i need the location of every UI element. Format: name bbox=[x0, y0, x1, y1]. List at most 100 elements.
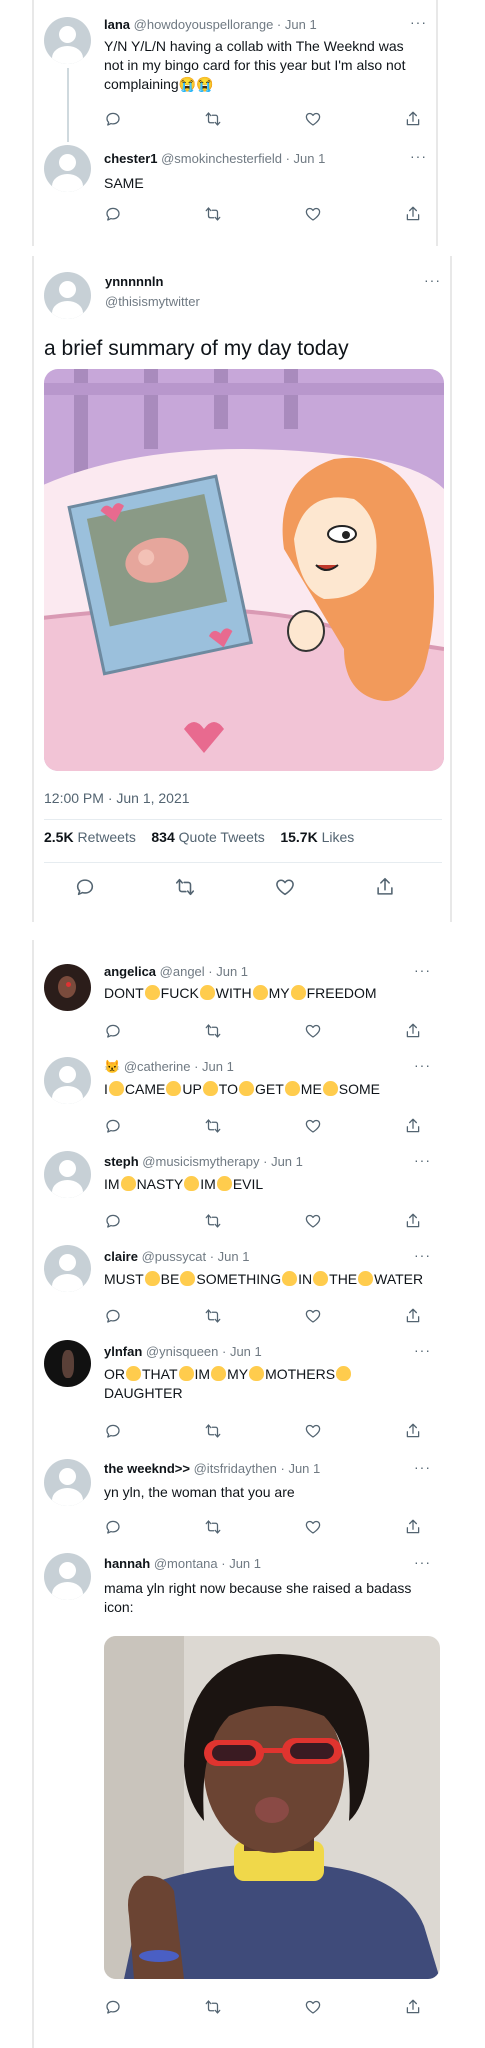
more-icon[interactable]: ··· bbox=[414, 1057, 431, 1073]
reply-icon[interactable] bbox=[104, 1422, 122, 1440]
avatar[interactable] bbox=[44, 1553, 91, 1600]
retweet-icon[interactable] bbox=[204, 1422, 222, 1440]
handle-and-date[interactable]: @montana · Jun 1 bbox=[154, 1556, 261, 1571]
more-icon[interactable]: ··· bbox=[414, 1152, 431, 1168]
avatar[interactable] bbox=[44, 1151, 91, 1198]
tweet-word: NASTY bbox=[136, 1176, 184, 1192]
like-icon[interactable] bbox=[304, 205, 322, 223]
handle-and-date[interactable]: @catherine · Jun 1 bbox=[124, 1059, 234, 1074]
like-icon[interactable] bbox=[304, 1212, 322, 1230]
reply-icon[interactable] bbox=[104, 1212, 122, 1230]
tweet-word: IM bbox=[200, 1176, 216, 1192]
handle-and-date[interactable]: @itsfridaythen · Jun 1 bbox=[194, 1461, 321, 1476]
display-name[interactable]: steph bbox=[104, 1154, 139, 1169]
more-icon[interactable]: ··· bbox=[414, 1554, 431, 1570]
reply-icon[interactable] bbox=[74, 876, 96, 898]
retweet-icon[interactable] bbox=[204, 1518, 222, 1536]
display-name[interactable]: 😾 bbox=[104, 1059, 120, 1074]
like-icon[interactable] bbox=[304, 1022, 322, 1040]
more-icon[interactable]: ··· bbox=[410, 14, 427, 30]
likes-count[interactable]: 15.7K bbox=[280, 829, 317, 845]
avatar[interactable] bbox=[44, 145, 91, 192]
retweets-count[interactable]: 2.5K bbox=[44, 829, 74, 845]
share-icon[interactable] bbox=[404, 1998, 422, 2016]
retweet-icon[interactable] bbox=[204, 110, 222, 128]
share-icon[interactable] bbox=[404, 1518, 422, 1536]
retweet-icon[interactable] bbox=[204, 1212, 222, 1230]
avatar[interactable] bbox=[44, 1057, 91, 1104]
more-icon[interactable]: ··· bbox=[414, 962, 431, 978]
quote-tweets-label[interactable]: Quote Tweets bbox=[179, 829, 265, 845]
display-name[interactable]: angelica bbox=[104, 964, 156, 979]
reply-icon[interactable] bbox=[104, 1518, 122, 1536]
handle-and-date[interactable]: @smokinchesterfield · Jun 1 bbox=[161, 151, 325, 166]
display-name[interactable]: lana bbox=[104, 17, 130, 32]
tweet-actions bbox=[104, 205, 424, 225]
like-icon[interactable] bbox=[304, 1998, 322, 2016]
retweet-icon[interactable] bbox=[174, 876, 196, 898]
tweet-image-cartoon[interactable] bbox=[44, 369, 444, 771]
retweet-icon[interactable] bbox=[204, 205, 222, 223]
like-icon[interactable] bbox=[304, 1422, 322, 1440]
handle-and-date[interactable]: @ynisqueen · Jun 1 bbox=[146, 1344, 262, 1359]
top-thread-panel: lana @howdoyouspellorange · Jun 1 ··· Y/… bbox=[32, 0, 438, 246]
tweet-word: SOME bbox=[338, 1081, 381, 1097]
more-icon[interactable]: ··· bbox=[424, 272, 441, 288]
display-name[interactable]: chester1 bbox=[104, 151, 157, 166]
display-name[interactable]: ylnfan bbox=[104, 1344, 142, 1359]
avatar[interactable] bbox=[44, 1340, 91, 1387]
reply-icon[interactable] bbox=[104, 110, 122, 128]
tweet-word: GET bbox=[255, 1081, 284, 1097]
more-icon[interactable]: ··· bbox=[414, 1247, 431, 1263]
share-icon[interactable] bbox=[404, 1422, 422, 1440]
handle-and-date[interactable]: @howdoyouspellorange · Jun 1 bbox=[134, 17, 317, 32]
share-icon[interactable] bbox=[404, 1117, 422, 1135]
likes-label[interactable]: Likes bbox=[322, 829, 355, 845]
tweet-word: DONT bbox=[104, 985, 144, 1001]
share-icon[interactable] bbox=[374, 876, 396, 898]
avatar[interactable] bbox=[44, 964, 91, 1011]
retweet-icon[interactable] bbox=[204, 1998, 222, 2016]
tweet-image-photo[interactable] bbox=[104, 1636, 440, 1979]
retweet-icon[interactable] bbox=[204, 1022, 222, 1040]
display-name[interactable]: claire bbox=[104, 1249, 138, 1264]
reply-icon[interactable] bbox=[104, 1117, 122, 1135]
reply-icon[interactable] bbox=[104, 1998, 122, 2016]
tweet-word: UP bbox=[182, 1081, 202, 1097]
display-name[interactable]: the weeknd>> bbox=[104, 1461, 190, 1476]
panel-border bbox=[32, 940, 34, 2048]
retweet-icon[interactable] bbox=[204, 1307, 222, 1325]
retweets-label[interactable]: Retweets bbox=[77, 829, 135, 845]
handle-and-date[interactable]: @pussycat · Jun 1 bbox=[142, 1249, 250, 1264]
retweet-icon[interactable] bbox=[204, 1117, 222, 1135]
like-icon[interactable] bbox=[304, 1307, 322, 1325]
reply-icon[interactable] bbox=[104, 1307, 122, 1325]
quote-tweets-count[interactable]: 834 bbox=[151, 829, 174, 845]
share-icon[interactable] bbox=[404, 110, 422, 128]
share-icon[interactable] bbox=[404, 1212, 422, 1230]
handle-and-date[interactable]: @angel · Jun 1 bbox=[160, 964, 248, 979]
like-icon[interactable] bbox=[304, 110, 322, 128]
more-icon[interactable]: ··· bbox=[410, 148, 427, 164]
handle[interactable]: @thisismytwitter bbox=[105, 294, 200, 309]
more-icon[interactable]: ··· bbox=[414, 1459, 431, 1475]
avatar[interactable] bbox=[44, 1245, 91, 1292]
avatar[interactable] bbox=[44, 272, 91, 319]
handle-and-date[interactable]: @musicismytherapy · Jun 1 bbox=[142, 1154, 303, 1169]
avatar[interactable] bbox=[44, 17, 91, 64]
like-icon[interactable] bbox=[304, 1518, 322, 1536]
reply-icon[interactable] bbox=[104, 1022, 122, 1040]
tweet-timestamp[interactable]: 12:00 PM · Jun 1, 2021 bbox=[44, 789, 190, 808]
more-icon[interactable]: ··· bbox=[414, 1342, 431, 1358]
reply-icon[interactable] bbox=[104, 205, 122, 223]
display-name[interactable]: ynnnnnln bbox=[105, 274, 164, 289]
like-icon[interactable] bbox=[274, 876, 296, 898]
avatar[interactable] bbox=[44, 1459, 91, 1506]
share-icon[interactable] bbox=[404, 1022, 422, 1040]
display-name[interactable]: hannah bbox=[104, 1556, 150, 1571]
share-icon[interactable] bbox=[404, 205, 422, 223]
share-icon[interactable] bbox=[404, 1307, 422, 1325]
tweet-header: 😾 @catherine · Jun 1 bbox=[104, 1059, 234, 1075]
like-icon[interactable] bbox=[304, 1117, 322, 1135]
tweet-word: IM bbox=[194, 1366, 211, 1382]
